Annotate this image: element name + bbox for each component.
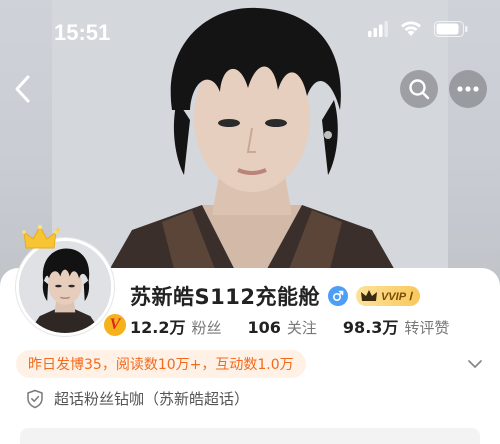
verified-badge-icon: V [102,312,128,338]
search-icon [409,79,430,100]
back-button[interactable] [10,72,38,106]
name-row: 苏新皓S112充能舱 VVIP Ⅰ [130,281,420,311]
signal-icon [368,21,388,41]
stat-label: 转评赞 [404,319,450,337]
status-icons [368,21,468,41]
stat-label: 粉丝 [191,319,222,337]
male-icon [327,286,348,306]
expand-button[interactable] [466,356,484,370]
shield-check-icon [27,389,43,408]
supertopic-row[interactable]: 超话粉丝钻咖（苏新皓超话） [26,388,249,409]
battery-icon [434,21,468,41]
bottom-panel [20,428,480,444]
profile-name: 苏新皓S112充能舱 [130,285,320,309]
stat-value: 106 [247,318,281,337]
stat-interactions[interactable]: 98.3万 转评赞 [343,314,450,338]
stats-row: 12.2万 粉丝 106 关注 98.3万 转评赞 [130,314,475,338]
stat-following[interactable]: 106 关注 [248,317,317,338]
avatar-container[interactable]: V [16,224,128,338]
vip-crown-icon [360,290,377,301]
supertopic-label: 超话粉丝钻咖（苏新皓超话） [54,390,250,408]
stat-value: 98.3万 [342,318,399,337]
more-button[interactable] [449,70,487,108]
status-time: 15:51 [54,20,111,45]
search-button[interactable] [400,70,438,108]
crown-icon [20,224,62,254]
activity-summary-tag[interactable]: 昨日发博35，阅读数10万+，互动数1.0万 [16,350,306,378]
vip-label: VVIP Ⅰ [380,290,412,303]
more-icon [457,86,479,92]
verified-badge-letter: V [109,316,121,333]
stat-label: 关注 [286,319,317,337]
vip-badge[interactable]: VVIP Ⅰ [355,286,420,306]
stat-followers[interactable]: 12.2万 粉丝 [130,314,222,338]
chevron-left-icon [15,75,30,103]
wifi-icon [400,21,422,41]
stat-value: 12.2万 [130,318,186,337]
chevron-down-icon [468,360,482,368]
status-bar: 15:51 [0,0,500,64]
